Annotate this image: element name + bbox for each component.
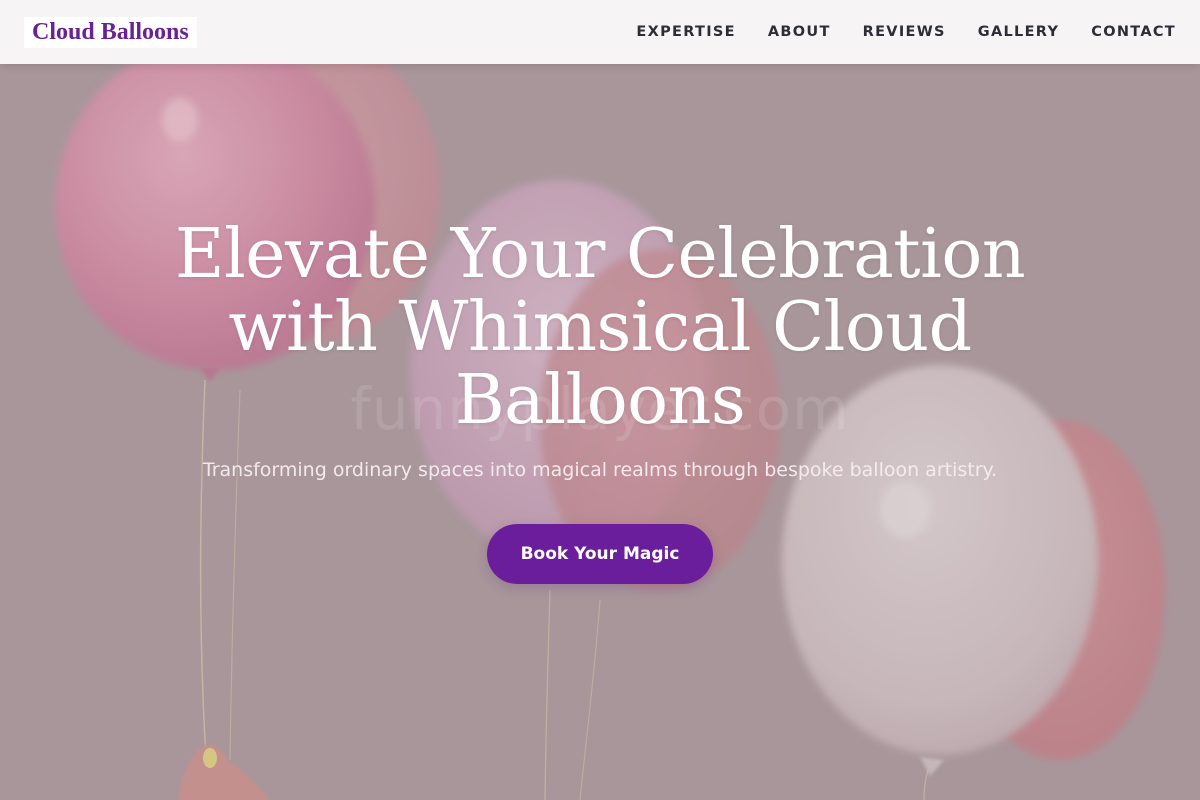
hero-title: Elevate Your Celebration with Whimsical …: [174, 215, 1026, 440]
nav-reviews[interactable]: REVIEWS: [863, 24, 946, 40]
page: Cloud Balloons EXPERTISE ABOUT REVIEWS G…: [0, 0, 1200, 800]
book-your-magic-button[interactable]: Book Your Magic: [487, 524, 713, 584]
nav-contact[interactable]: CONTACT: [1091, 24, 1176, 40]
nav-expertise[interactable]: EXPERTISE: [636, 24, 735, 40]
main-nav: EXPERTISE ABOUT REVIEWS GALLERY CONTACT: [604, 24, 1176, 40]
hero-section: Elevate Your Celebration with Whimsical …: [0, 0, 1200, 800]
nav-gallery[interactable]: GALLERY: [978, 24, 1059, 40]
hero-subtitle: Transforming ordinary spaces into magica…: [202, 459, 998, 481]
nav-about[interactable]: ABOUT: [768, 24, 831, 40]
brand-logo[interactable]: Cloud Balloons: [24, 16, 197, 48]
site-header: Cloud Balloons EXPERTISE ABOUT REVIEWS G…: [0, 0, 1200, 64]
